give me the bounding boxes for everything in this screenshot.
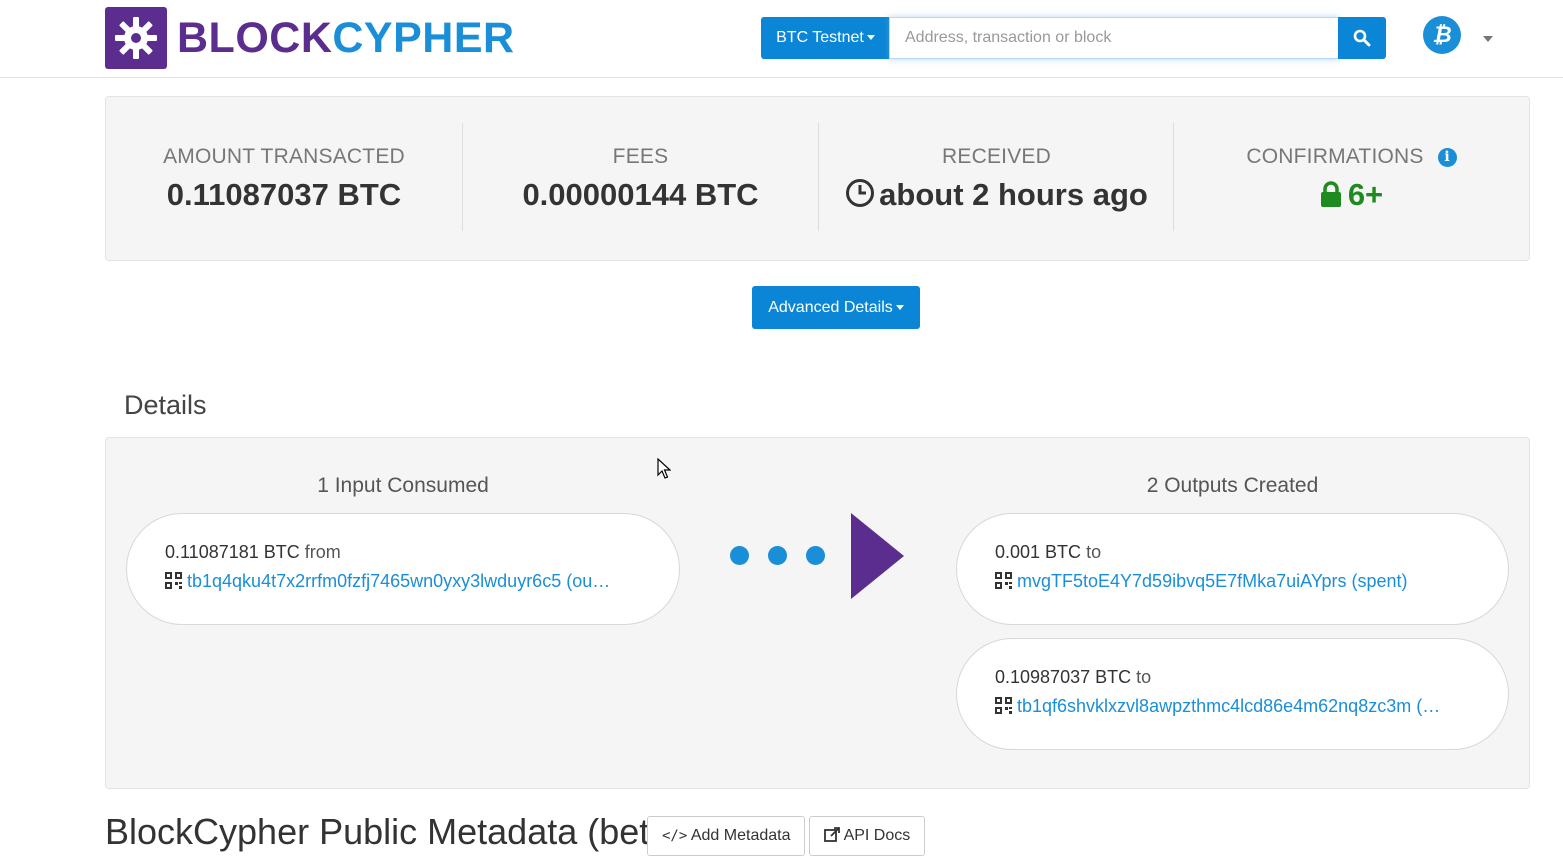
confirmations-label-row: CONFIRMATIONS i [1174, 145, 1529, 169]
metadata-heading: BlockCypher Public Metadata (beta) [105, 811, 682, 852]
qr-code-icon[interactable] [995, 572, 1012, 594]
bitcoin-coin-icon[interactable]: ₿ [1423, 16, 1461, 54]
confirmations-stat: CONFIRMATIONS i 6+ [1173, 123, 1529, 231]
output-amount: 0.001 BTC [995, 542, 1082, 562]
fees-label: FEES [612, 145, 669, 168]
input-suffix: from [304, 542, 341, 562]
input-item: 0.11087181 BTC from tb1q4qku4t7x2rrfm0fz… [126, 513, 680, 625]
add-metadata-label: Add Metadata [690, 827, 791, 844]
output-address-link[interactable]: mvgTF5toE4Y7d59ibvq5E7fMka7uiAYprs [1017, 571, 1347, 591]
amount-stat: AMOUNT TRANSACTED 0.11087037 BTC [106, 123, 462, 231]
input-status-note: (ou… [566, 571, 611, 591]
received-label: RECEIVED [942, 145, 1051, 168]
info-icon[interactable]: i [1437, 148, 1457, 167]
clock-icon [845, 178, 875, 216]
input-amount-row: 0.11087181 BTC from [165, 542, 679, 563]
output-address-row: mvgTF5toE4Y7d59ibvq5E7fMka7uiAYprs (spen… [995, 571, 1508, 594]
output-item: 0.10987037 BTC to tb1qf6shvklxzvl8awpzth… [956, 638, 1509, 750]
gear-logo-icon[interactable] [105, 7, 167, 69]
output-status-note: (spent) [1351, 571, 1408, 591]
confirmations-value: 6+ [1347, 177, 1384, 212]
advanced-details-label: Advanced Details [768, 299, 893, 316]
amount-label: AMOUNT TRANSACTED [163, 145, 405, 168]
add-metadata-button[interactable]: </> Add Metadata [647, 816, 806, 856]
mouse-cursor-icon [657, 457, 672, 485]
output-amount-row: 0.10987037 BTC to [995, 667, 1508, 688]
output-suffix: to [1136, 667, 1152, 687]
network-label: BTC Testnet [776, 29, 864, 46]
outputs-heading: 2 Outputs Created [1146, 474, 1319, 497]
output-status-note: (… [1416, 696, 1441, 716]
search-button[interactable] [1338, 17, 1386, 59]
qr-code-icon[interactable] [165, 572, 182, 594]
amount-value: 0.11087037 BTC [166, 177, 402, 212]
output-suffix: to [1086, 542, 1102, 562]
output-address-row: tb1qf6shvklxzvl8awpzthmc4lcd86e4m62nq8zc… [995, 696, 1508, 719]
inputs-heading: 1 Input Consumed [317, 474, 489, 497]
caret-down-icon [895, 305, 904, 311]
brand-wordmark[interactable]: BLOCKCYPHER [177, 14, 515, 62]
user-menu-caret-icon[interactable] [1483, 36, 1493, 42]
fees-stat: FEES 0.00000144 BTC [462, 123, 818, 231]
flow-dot [768, 546, 787, 565]
search-icon [1353, 29, 1371, 47]
brand-part-cypher: CYPHER [332, 14, 515, 62]
input-address-row: tb1q4qku4t7x2rrfm0fzfj7465wn0yxy3lwduyr6… [165, 571, 679, 594]
caret-down-icon [866, 35, 875, 41]
flow-arrow-icon [851, 513, 904, 599]
input-amount: 0.11087181 BTC [165, 542, 300, 562]
lock-icon [1320, 179, 1342, 215]
output-item: 0.001 BTC to mvgTF5toE4Y7d59ibvq5E7fMka7… [956, 513, 1509, 625]
search-input[interactable] [889, 17, 1339, 59]
advanced-details-button[interactable]: Advanced Details [752, 286, 920, 329]
fees-value: 0.00000144 BTC [522, 177, 759, 212]
top-navbar: BLOCKCYPHER BTC Testnet ₿ [0, 0, 1563, 78]
network-dropdown-button[interactable]: BTC Testnet [761, 17, 890, 59]
qr-code-icon[interactable] [995, 697, 1012, 719]
confirmations-label: CONFIRMATIONS [1246, 145, 1424, 168]
output-amount: 0.10987037 BTC [995, 667, 1132, 687]
input-address-link[interactable]: tb1q4qku4t7x2rrfm0fzfj7465wn0yxy3lwduyr6… [187, 571, 561, 591]
external-link-icon [824, 827, 840, 844]
received-value-row: about 2 hours ago [819, 177, 1174, 216]
details-heading: Details [124, 390, 207, 420]
received-stat: RECEIVED about 2 hours ago [818, 123, 1174, 231]
flow-dot [730, 546, 749, 565]
brand-part-block: BLOCK [177, 14, 333, 62]
api-docs-button[interactable]: API Docs [809, 816, 926, 856]
code-icon: </> [662, 828, 688, 844]
confirmations-value-row: 6+ [1174, 177, 1529, 215]
flow-dot [806, 546, 825, 565]
output-address-link[interactable]: tb1qf6shvklxzvl8awpzthmc4lcd86e4m62nq8zc… [1017, 696, 1411, 716]
transaction-summary-panel: AMOUNT TRANSACTED 0.11087037 BTC FEES 0.… [105, 96, 1530, 261]
output-amount-row: 0.001 BTC to [995, 542, 1508, 563]
api-docs-label: API Docs [843, 827, 911, 844]
received-value: about 2 hours ago [879, 177, 1148, 212]
